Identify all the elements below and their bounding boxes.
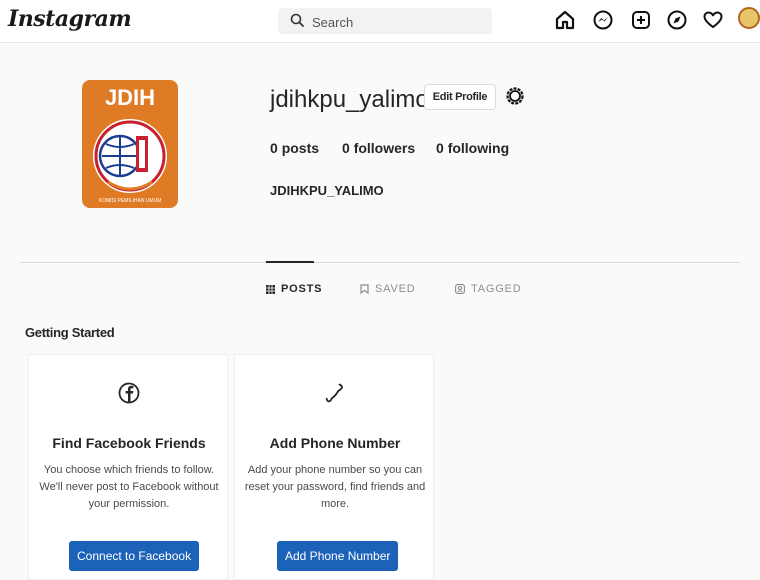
activity-heart-icon[interactable] [702, 9, 724, 31]
facebook-friends-card: Find Facebook Friends You choose which f… [28, 354, 228, 580]
connect-to-facebook-button[interactable]: Connect to Facebook [69, 541, 200, 571]
facebook-icon [118, 382, 140, 404]
active-tab-indicator [266, 261, 314, 263]
tab-saved-label: SAVED [375, 283, 416, 295]
card-description: You choose which friends to follow. We'l… [39, 464, 219, 510]
search-icon [290, 13, 304, 27]
tab-posts[interactable]: POSTS [266, 283, 322, 295]
add-phone-card: Add Phone Number Add your phone number s… [234, 354, 434, 580]
getting-started-title: Getting Started [25, 325, 115, 340]
profile-full-name: JDIHKPU_YALIMO [270, 183, 384, 198]
card-title: Add Phone Number [269, 435, 401, 451]
following-count[interactable]: 0 following [436, 140, 509, 156]
phone-icon [325, 383, 343, 403]
tab-saved[interactable]: SAVED [360, 283, 415, 295]
card-description: Add your phone number so you can reset y… [244, 464, 426, 510]
messenger-icon[interactable] [592, 9, 614, 31]
explore-icon[interactable] [666, 9, 688, 31]
bookmark-icon [360, 284, 369, 294]
instagram-logo[interactable]: Instagram [8, 6, 132, 32]
tabs-divider [20, 262, 740, 263]
search-box[interactable] [278, 8, 492, 34]
tab-tagged-label: TAGGED [471, 283, 522, 295]
logo-caption: KOMISI PEMILIHAN UMUM [99, 198, 162, 204]
new-post-icon[interactable] [630, 9, 652, 31]
search-input[interactable] [310, 11, 484, 33]
posts-count: 0 posts [270, 140, 320, 156]
home-icon[interactable] [554, 9, 576, 31]
profile-picture[interactable]: JDIH KOMISI PEMILIHAN UMUM [80, 78, 180, 210]
profile-avatar[interactable] [738, 7, 760, 29]
logo-jdih-text: JDIH [105, 85, 155, 110]
tab-posts-label: POSTS [281, 283, 323, 295]
add-phone-number-button[interactable]: Add Phone Number [277, 541, 399, 571]
card-title: Find Facebook Friends [52, 435, 206, 451]
top-navigation-bar: Instagram [0, 0, 760, 43]
profile-username: jdihkpu_yalimo [270, 86, 429, 113]
tab-tagged[interactable]: TAGGED [455, 283, 521, 295]
edit-profile-button[interactable]: Edit Profile [424, 84, 496, 110]
tag-person-icon [455, 284, 465, 294]
followers-count[interactable]: 0 followers [342, 140, 415, 156]
grid-icon [266, 284, 275, 294]
settings-gear-icon[interactable] [505, 86, 525, 106]
